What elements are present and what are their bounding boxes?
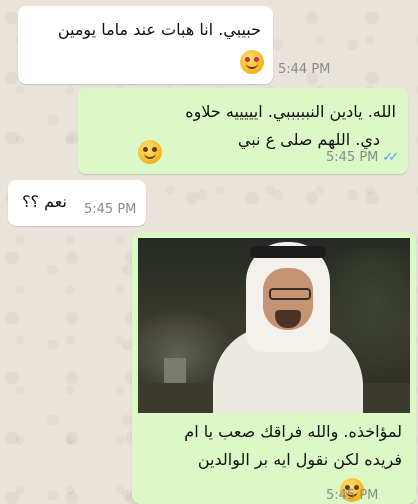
caption-line-1: لمؤاخذه. والله فراقك صعب يا ام [184, 422, 402, 441]
message-text: حبيبي. انا هبات عند ماما يومين [57, 20, 261, 39]
message-text-line-1: الله. يادين النبببببي. ايييييه حلاوه [185, 102, 396, 121]
man-in-ghutra-photo[interactable] [138, 238, 410, 413]
outgoing-message[interactable]: الله. يادين النبببببي. ايييييه حلاوه دي.… [78, 88, 408, 174]
message-text: نعم ؟؟ [22, 192, 67, 211]
hug-emoji-icon [138, 140, 162, 164]
read-receipt-icon: ✓✓ [382, 150, 399, 165]
caption-line-2: فريده لكن نقول ايه بر الوالدين [197, 450, 402, 469]
message-timestamp: 5:45 PM [326, 488, 379, 503]
image-caption: لمؤاخذه. والله فراقك صعب يا ام فريده لكن… [140, 418, 402, 474]
message-timestamp: 5:45 PM [84, 202, 137, 217]
message-timestamp: 5:45 PM ✓✓ [326, 150, 399, 165]
message-time: 5:45 PM [326, 150, 379, 165]
heart-eyes-emoji-icon [240, 50, 264, 74]
message-timestamp: 5:44 PM [278, 62, 331, 77]
incoming-message[interactable]: حبيبي. انا هبات عند ماما يومين 5:44 PM [18, 6, 330, 84]
incoming-message[interactable]: نعم ؟؟ 5:45 PM [8, 180, 146, 226]
